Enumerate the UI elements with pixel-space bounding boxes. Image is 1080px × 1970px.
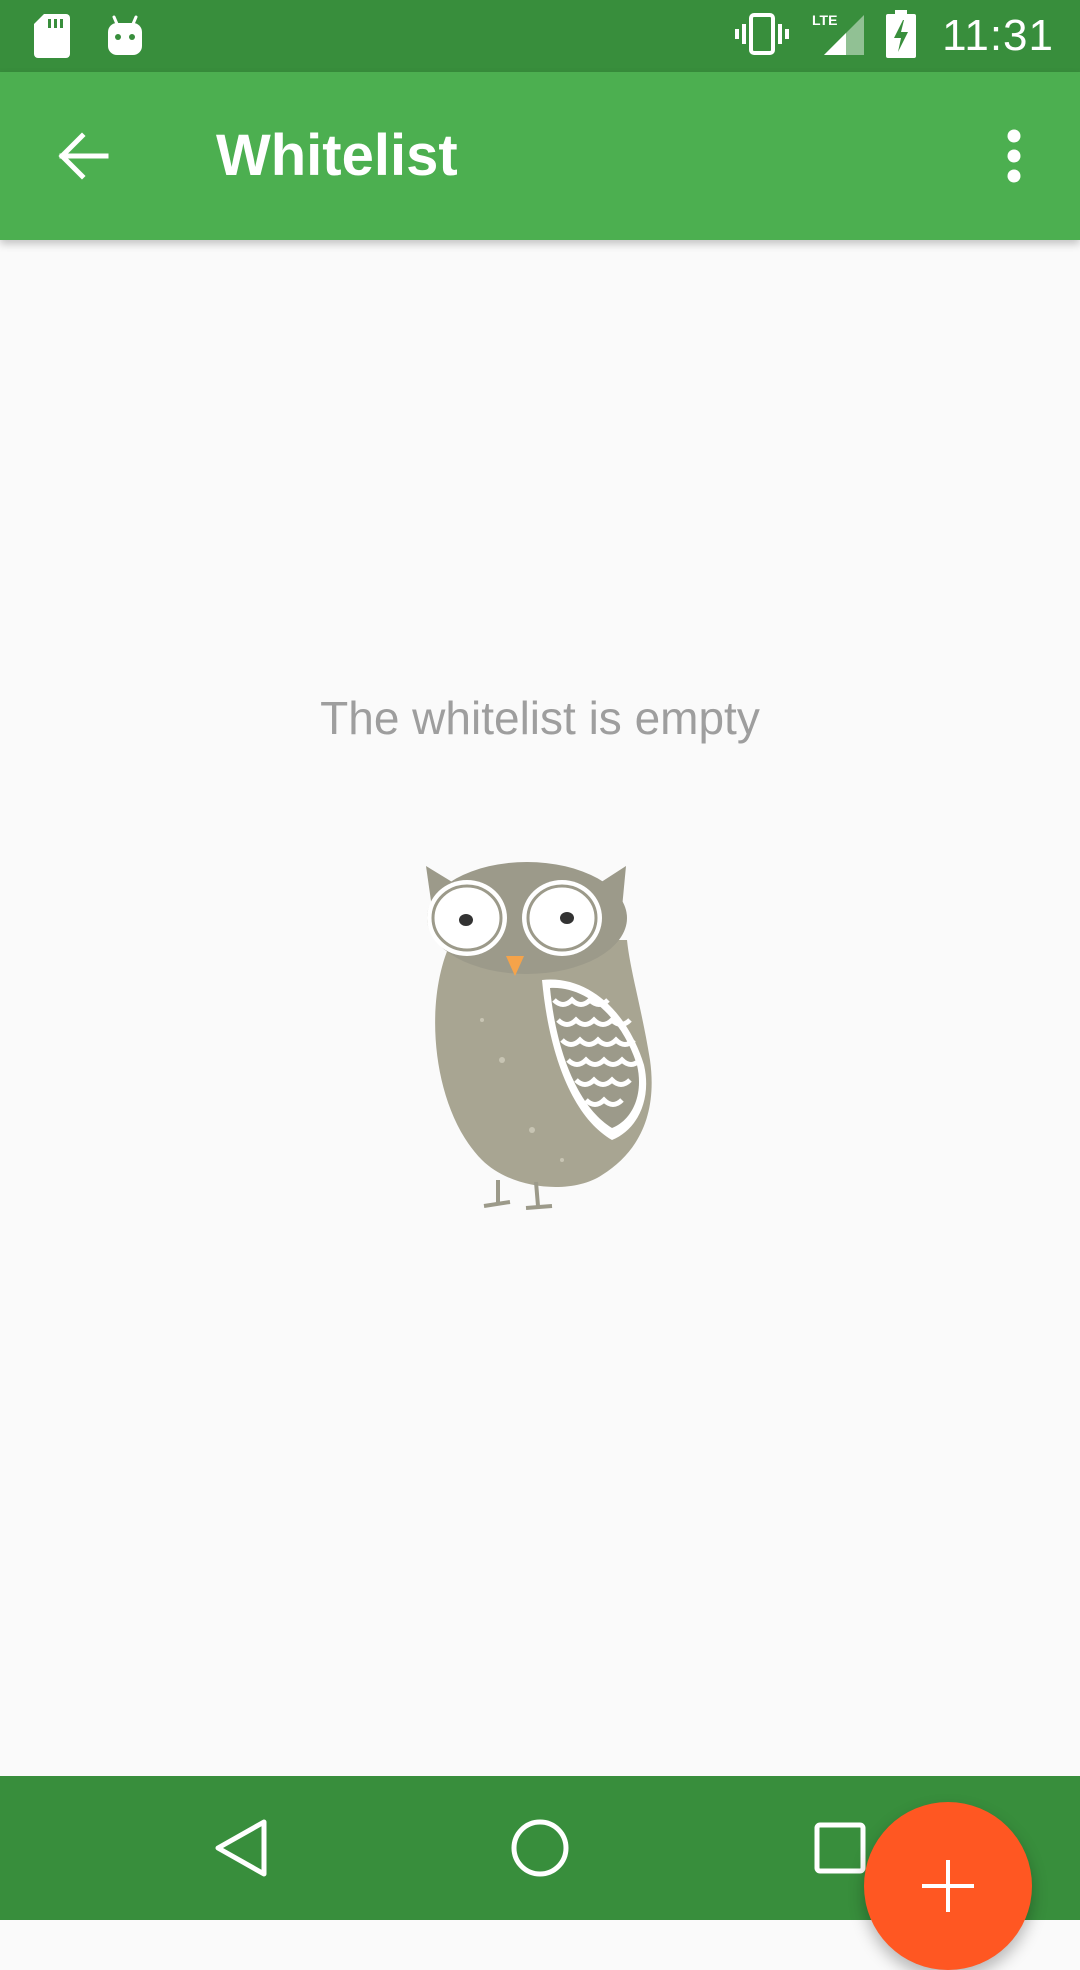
app-bar: Whitelist — [0, 72, 1080, 240]
lte-signal-icon: LTE — [810, 11, 866, 62]
recents-square-icon — [814, 1822, 866, 1874]
add-icon — [922, 1860, 974, 1912]
more-vert-icon — [1007, 129, 1021, 183]
home-circle-icon — [511, 1819, 569, 1877]
overflow-menu-button[interactable] — [974, 116, 1054, 196]
status-left-icons — [34, 14, 144, 63]
back-triangle-icon — [215, 1819, 267, 1877]
vibrate-icon — [734, 12, 790, 61]
android-icon — [106, 15, 144, 62]
page-title: Whitelist — [216, 123, 458, 188]
status-right-icons: LTE 11:31 — [734, 0, 1054, 72]
lte-label: LTE — [812, 12, 837, 28]
empty-state-message: The whitelist is empty — [320, 692, 760, 744]
nav-back-button[interactable] — [190, 1798, 290, 1898]
add-fab-button[interactable] — [864, 1802, 1032, 1970]
arrow-back-icon — [58, 132, 109, 180]
owl-illustration — [426, 862, 652, 1210]
status-bar: LTE 11:31 — [0, 0, 1080, 72]
sd-card-icon — [34, 14, 70, 63]
battery-charging-icon — [886, 9, 917, 63]
main-content: The whitelist is empty — [0, 240, 1080, 1970]
back-button[interactable] — [44, 116, 124, 196]
nav-home-button[interactable] — [490, 1798, 590, 1898]
status-clock: 11:31 — [942, 11, 1054, 60]
